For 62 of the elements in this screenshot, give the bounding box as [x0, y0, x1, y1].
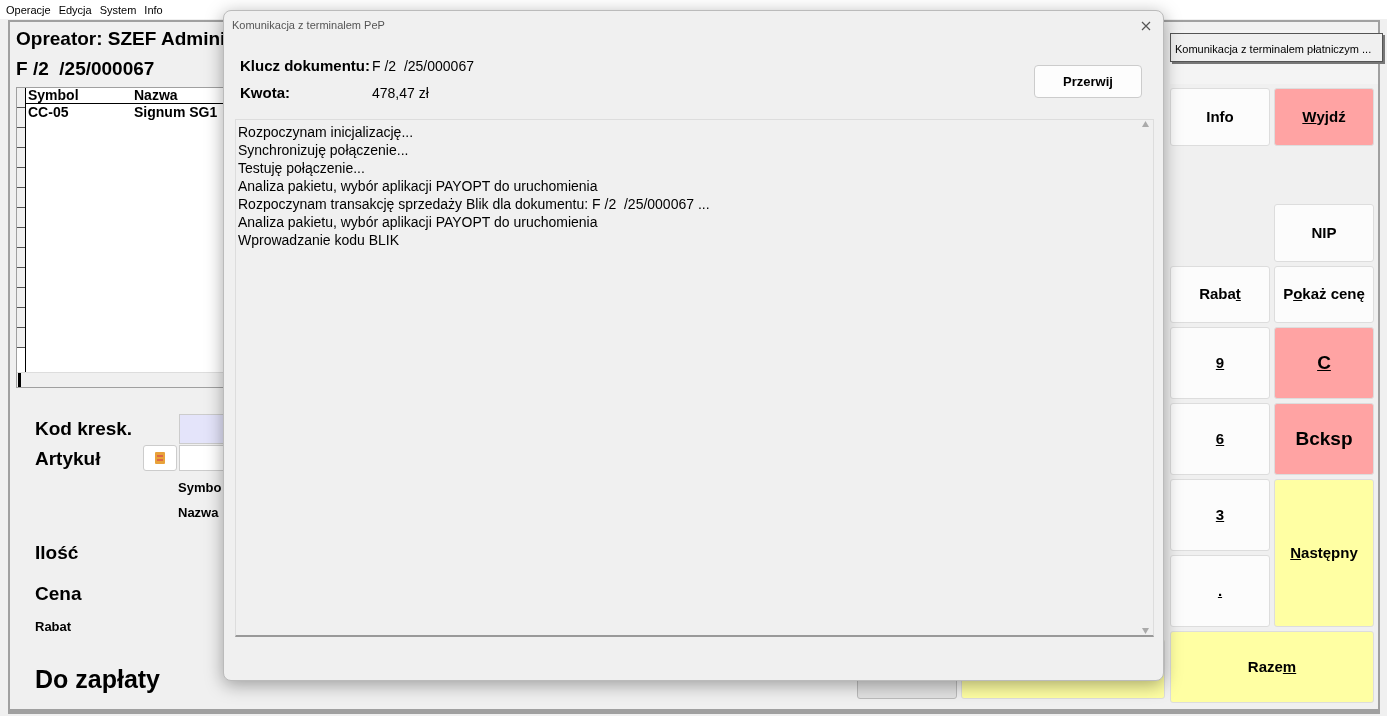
row-header[interactable]: [17, 128, 25, 148]
clear-button[interactable]: C: [1274, 327, 1374, 399]
log-line: Synchronizuję połączenie...: [238, 141, 410, 159]
row-header[interactable]: [17, 188, 25, 208]
close-icon: [1141, 20, 1151, 31]
show-price-button[interactable]: Pokaż cenę: [1274, 266, 1374, 323]
row-header[interactable]: [17, 308, 25, 328]
column-header: Symbol: [27, 88, 80, 103]
row-header[interactable]: [17, 268, 25, 288]
catalog-button[interactable]: [143, 445, 177, 471]
nip-button[interactable]: NIP: [1274, 204, 1374, 262]
row-header[interactable]: [17, 148, 25, 168]
article-label: Artykuł: [35, 447, 102, 471]
quantity-label: Ilość: [34, 541, 79, 565]
dialog-title: Komunikacja z terminalem PeP: [232, 17, 385, 33]
key-button[interactable]: 3: [1170, 479, 1270, 551]
name-label: Nazwa: [178, 504, 219, 522]
exit-button[interactable]: Wyjdź: [1274, 88, 1374, 146]
operator-label: Opreator: SZEF Admini: [16, 28, 227, 50]
next-button[interactable]: Następny: [1274, 479, 1374, 627]
document-key-label: Klucz dokumentu:: [240, 56, 371, 77]
menu-item[interactable]: Info: [140, 0, 167, 19]
book-icon: [154, 451, 166, 465]
column-header: Nazwa: [134, 88, 179, 103]
discount-label: Rabat: [34, 618, 72, 636]
row-header[interactable]: [17, 168, 25, 188]
menu-item[interactable]: System: [95, 0, 141, 19]
document-key-value: F /2 /25/000067: [372, 57, 474, 76]
row-header[interactable]: [17, 228, 25, 248]
symbol-label: Symbo: [178, 479, 222, 497]
row-header[interactable]: [17, 288, 25, 308]
row-header[interactable]: [17, 248, 25, 268]
table-cell-text: CC-05: [27, 104, 70, 121]
amount-label: Kwota:: [240, 83, 291, 104]
log-line: Analiza pakietu, wybór aplikacji PAYOPT do uruchomienia: [238, 213, 599, 231]
backspace-button[interactable]: Bcksp: [1274, 403, 1374, 475]
row-header[interactable]: [17, 88, 25, 108]
terminal-tab[interactable]: Komunikacja z terminalem płatniczym ...: [1170, 33, 1383, 62]
menu-item[interactable]: Operacje: [2, 0, 55, 19]
total-button[interactable]: Razem: [1170, 631, 1374, 703]
discount-button[interactable]: Rabat: [1170, 266, 1270, 323]
log-line: Rozpoczynam inicjalizację...: [238, 123, 415, 141]
menu-item[interactable]: Edycja: [54, 0, 96, 19]
abort-button[interactable]: Przerwij: [1034, 65, 1142, 98]
amount-value: 478,47 zł: [372, 84, 429, 103]
key-button[interactable]: .: [1170, 555, 1270, 627]
log-line: Analiza pakietu, wybór aplikacji PAYOPT do uruchomienia: [238, 177, 599, 195]
info-button[interactable]: Info: [1170, 88, 1270, 146]
horizontal-scrollbar[interactable]: [17, 372, 223, 387]
document-number: F /2 /25/000067: [16, 58, 156, 80]
barcode-label: Kod kresk.: [35, 416, 134, 441]
log-line: Rozpoczynam transakcję sprzedaży Blik dla dokumentu: F /2 /25/000067 ...: [238, 195, 711, 213]
row-header[interactable]: [17, 108, 25, 128]
row-header[interactable]: [17, 328, 25, 348]
log-line: Wprowadzanie kodu BLIK: [238, 231, 401, 249]
key-button[interactable]: 6: [1170, 403, 1270, 475]
price-label: Cena: [34, 581, 82, 606]
total-label: Do zapłaty: [34, 663, 161, 695]
key-button[interactable]: 9: [1170, 327, 1270, 399]
table-cell-text: Signum SG1: [134, 104, 219, 121]
log-line: Testuję połączenie...: [238, 159, 366, 177]
row-header[interactable]: [17, 208, 25, 228]
